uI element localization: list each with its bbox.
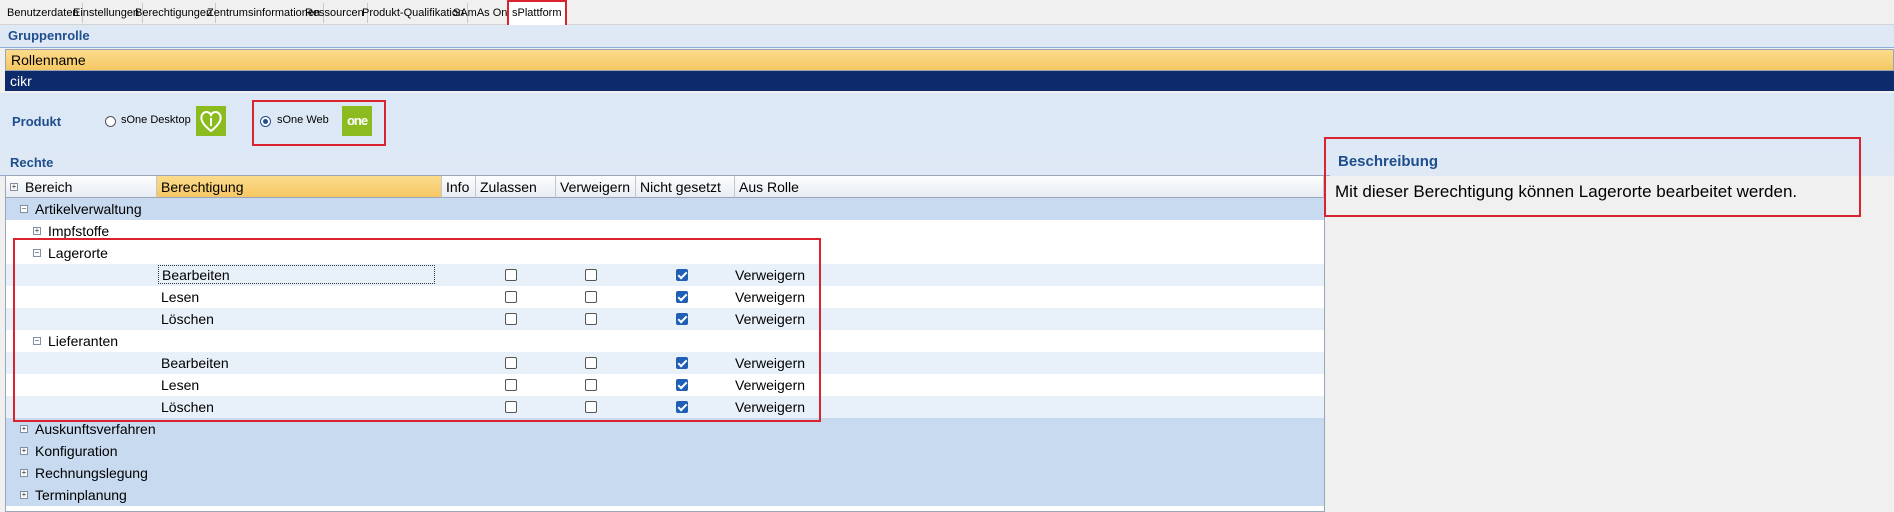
collapse-icon[interactable]: − (33, 337, 41, 345)
col-header-zulassen[interactable]: Zulassen (476, 176, 556, 198)
col-header-bereich[interactable]: + Bereich (6, 176, 157, 198)
col-header-aus-rolle[interactable]: Aus Rolle (735, 176, 1324, 198)
group-role-title: Gruppenrolle (8, 28, 90, 43)
permission-cell[interactable]: Bearbeiten (158, 265, 435, 284)
rights-title: Rechte (10, 155, 54, 170)
tree-node-auskunftsverfahren[interactable]: + Auskunftsverfahren (6, 418, 1324, 440)
expand-all-icon[interactable]: + (10, 183, 18, 191)
radio-sone-desktop-label[interactable]: sOne Desktop (121, 114, 191, 126)
tree-node-label: Lieferanten (48, 333, 119, 349)
role-column-header[interactable]: Rollenname (5, 49, 1894, 71)
description-title: Beschreibung (1338, 153, 1439, 170)
radio-sone-web-label[interactable]: sOne Web (277, 114, 329, 126)
zulassen-checkbox[interactable] (505, 401, 517, 413)
expand-icon[interactable]: + (20, 491, 28, 499)
col-header-info[interactable]: Info (442, 176, 476, 198)
sone-web-logo-text: one (346, 113, 368, 128)
verweigern-checkbox[interactable] (585, 269, 597, 281)
tab-ressourcen[interactable]: Ressourcen (302, 3, 368, 23)
col-header-berechtigung[interactable]: Berechtigung (157, 176, 442, 198)
permission-cell[interactable]: Bearbeiten (161, 352, 229, 374)
tab-splattform[interactable]: sPlattform (507, 0, 567, 26)
role-name: cikr (10, 73, 32, 89)
tree-node-impfstoffe[interactable]: + Impfstoffe (6, 220, 1324, 242)
verweigern-checkbox[interactable] (585, 291, 597, 303)
sone-desktop-logo (196, 106, 226, 136)
expand-icon[interactable]: + (20, 469, 28, 477)
tree-node-label: Konfiguration (35, 443, 118, 459)
tree-node-rechnungslegung[interactable]: + Rechnungslegung (6, 462, 1324, 484)
nicht-gesetzt-checkbox[interactable] (676, 401, 688, 413)
description-panel (1330, 153, 1894, 512)
nicht-gesetzt-checkbox[interactable] (676, 269, 688, 281)
table-row[interactable]: Löschen Verweigern (6, 396, 1324, 418)
aus-rolle-value: Verweigern (735, 355, 806, 371)
col-header-bereich-label: Bereich (25, 179, 73, 195)
tree-node-label: Impfstoffe (48, 223, 110, 239)
description-text: Mit dieser Berechtigung können Lagerorte… (1335, 182, 1798, 201)
table-row[interactable]: Bearbeiten Verweigern (6, 264, 1324, 286)
col-header-verweigern[interactable]: Verweigern (556, 176, 636, 198)
sone-web-logo: one (342, 106, 372, 136)
col-header-nicht-gesetzt[interactable]: Nicht gesetzt (636, 176, 735, 198)
tree-node-konfiguration[interactable]: + Konfiguration (6, 440, 1324, 462)
role-column-header-label: Rollenname (11, 52, 86, 68)
nicht-gesetzt-checkbox[interactable] (676, 379, 688, 391)
radio-sone-desktop[interactable] (105, 116, 116, 127)
expand-icon[interactable]: + (33, 227, 41, 235)
expand-icon[interactable]: + (20, 425, 28, 433)
permission-cell[interactable]: Löschen (161, 308, 214, 330)
tree-node-label: Lagerorte (48, 245, 108, 261)
nicht-gesetzt-checkbox[interactable] (676, 291, 688, 303)
verweigern-checkbox[interactable] (585, 379, 597, 391)
radio-sone-web[interactable] (260, 116, 271, 127)
permission-cell[interactable]: Lesen (161, 286, 199, 308)
tree-node-artikelverwaltung[interactable]: − Artikelverwaltung (6, 198, 1324, 220)
aus-rolle-value: Verweigern (735, 289, 806, 305)
aus-rolle-value: Verweigern (735, 311, 806, 327)
tree-node-label: Auskunftsverfahren (35, 421, 156, 437)
expand-icon[interactable]: + (20, 447, 28, 455)
tree-node-label: Terminplanung (35, 487, 127, 503)
aus-rolle-value: Verweigern (735, 377, 806, 393)
rights-grid: + Bereich Berechtigung Info Zulassen Ver… (5, 175, 1325, 512)
role-row-selected[interactable]: cikr (5, 71, 1894, 91)
zulassen-checkbox[interactable] (505, 291, 517, 303)
product-area: Produkt sOne Desktop sOne Web one (0, 93, 1894, 153)
collapse-icon[interactable]: − (20, 205, 28, 213)
tree-node-label: Rechnungslegung (35, 465, 148, 481)
tree-node-label: Artikelverwaltung (35, 201, 142, 217)
zulassen-checkbox[interactable] (505, 313, 517, 325)
table-row[interactable]: Löschen Verweigern (6, 308, 1324, 330)
nicht-gesetzt-checkbox[interactable] (676, 357, 688, 369)
heart-icon (200, 111, 222, 133)
table-row[interactable]: Lesen Verweigern (6, 286, 1324, 308)
tab-bar: Benutzerdaten Einstellungen Berechtigung… (0, 0, 1894, 26)
zulassen-checkbox[interactable] (505, 357, 517, 369)
nicht-gesetzt-checkbox[interactable] (676, 313, 688, 325)
zulassen-checkbox[interactable] (505, 379, 517, 391)
verweigern-checkbox[interactable] (585, 401, 597, 413)
collapse-icon[interactable]: − (33, 249, 41, 257)
zulassen-checkbox[interactable] (505, 269, 517, 281)
tree-node-lieferanten[interactable]: − Lieferanten (6, 330, 1324, 352)
verweigern-checkbox[interactable] (585, 357, 597, 369)
verweigern-checkbox[interactable] (585, 313, 597, 325)
tree-node-lagerorte[interactable]: − Lagerorte (6, 242, 1324, 264)
group-role-header (0, 25, 1894, 48)
aus-rolle-value: Verweigern (735, 267, 806, 283)
tree-node-terminplanung[interactable]: + Terminplanung (6, 484, 1324, 506)
table-row[interactable]: Lesen Verweigern (6, 374, 1324, 396)
product-label: Produkt (12, 114, 62, 129)
permission-cell[interactable]: Lesen (161, 374, 199, 396)
aus-rolle-value: Verweigern (735, 399, 806, 415)
table-row[interactable]: Bearbeiten Verweigern (6, 352, 1324, 374)
permission-cell[interactable]: Löschen (161, 396, 214, 418)
